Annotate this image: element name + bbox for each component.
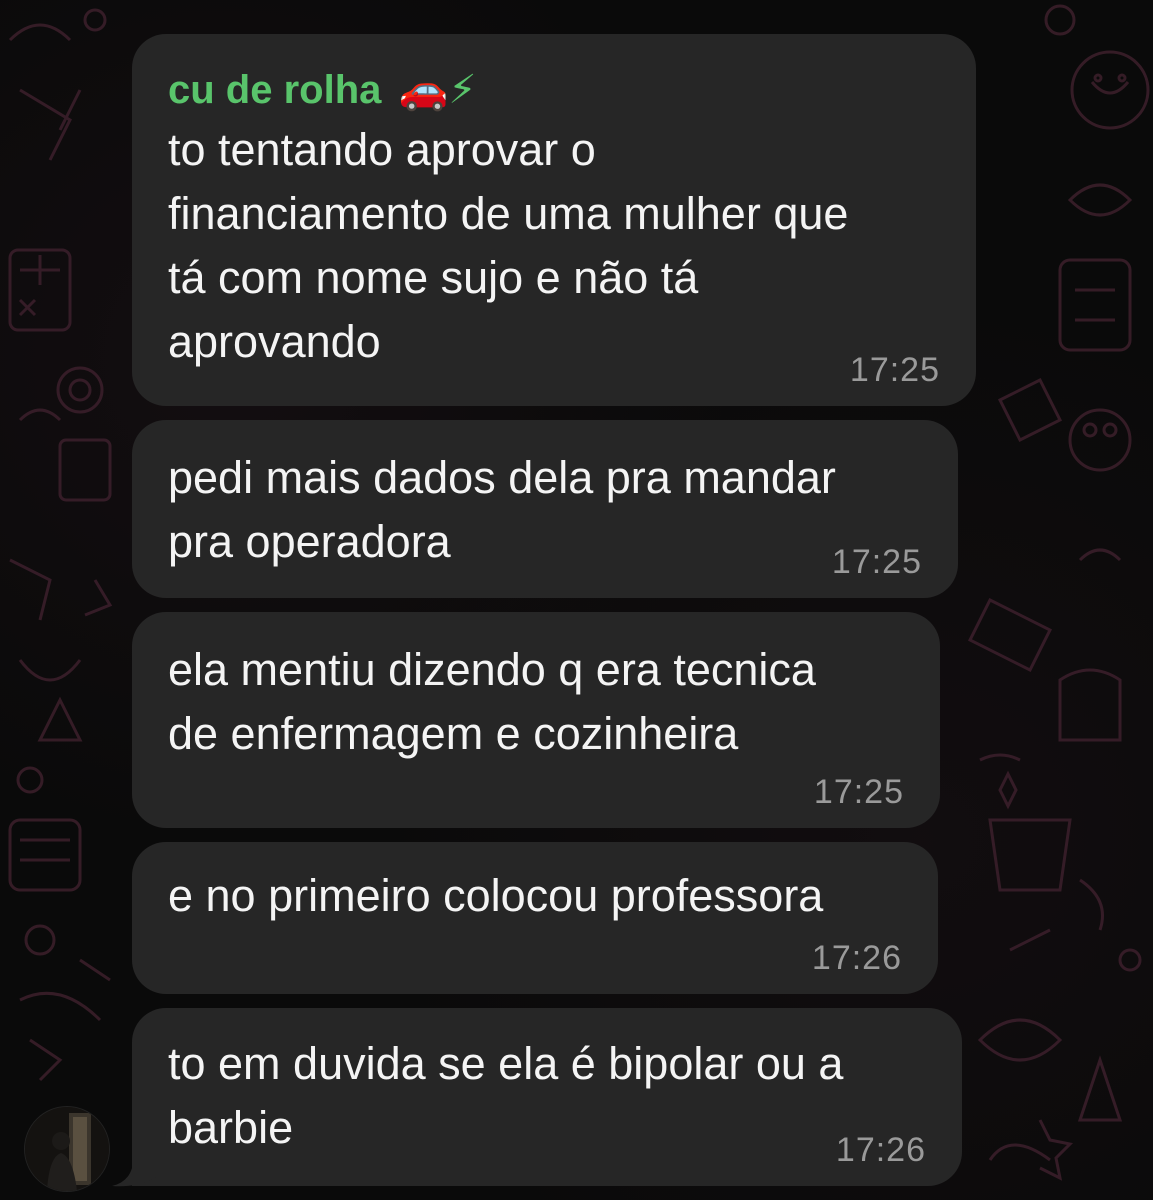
message-text: to em duvida se ela é bipolar ou a barbi…: [168, 1038, 844, 1153]
message-bubble[interactable]: e no primeiro colocou professora 17:26: [132, 842, 938, 994]
message-timestamp: 17:25: [831, 543, 922, 581]
bubble-tail: [112, 1138, 158, 1187]
avatar-photo-icon: [25, 1107, 109, 1191]
message-timestamp: 17:25: [813, 773, 904, 811]
chat-view: cu de rolha 🚗⚡ to tentando aprovar o fin…: [0, 0, 1153, 1200]
message-bubble[interactable]: to em duvida se ela é bipolar ou a barbi…: [132, 1008, 962, 1186]
message-timestamp: 17:26: [811, 939, 902, 977]
message-bubble[interactable]: pedi mais dados dela pra mandar pra oper…: [132, 420, 958, 598]
message-text: ela mentiu dizendo q era tecnica de enfe…: [168, 644, 816, 759]
sender-avatar[interactable]: [24, 1106, 110, 1192]
sender-name-text: cu de rolha: [168, 68, 382, 112]
sender-emoji: 🚗⚡: [398, 68, 477, 112]
message-text: e no primeiro colocou professora: [168, 870, 824, 921]
message-text: to tentando aprovar o financiamento de u…: [168, 124, 849, 367]
message-bubble[interactable]: cu de rolha 🚗⚡ to tentando aprovar o fin…: [132, 34, 976, 406]
message-timestamp: 17:26: [835, 1131, 926, 1169]
message-text: pedi mais dados dela pra mandar pra oper…: [168, 452, 836, 567]
message-timestamp: 17:25: [849, 351, 940, 389]
sender-name[interactable]: cu de rolha 🚗⚡: [168, 64, 940, 116]
message-bubble[interactable]: ela mentiu dizendo q era tecnica de enfe…: [132, 612, 940, 828]
